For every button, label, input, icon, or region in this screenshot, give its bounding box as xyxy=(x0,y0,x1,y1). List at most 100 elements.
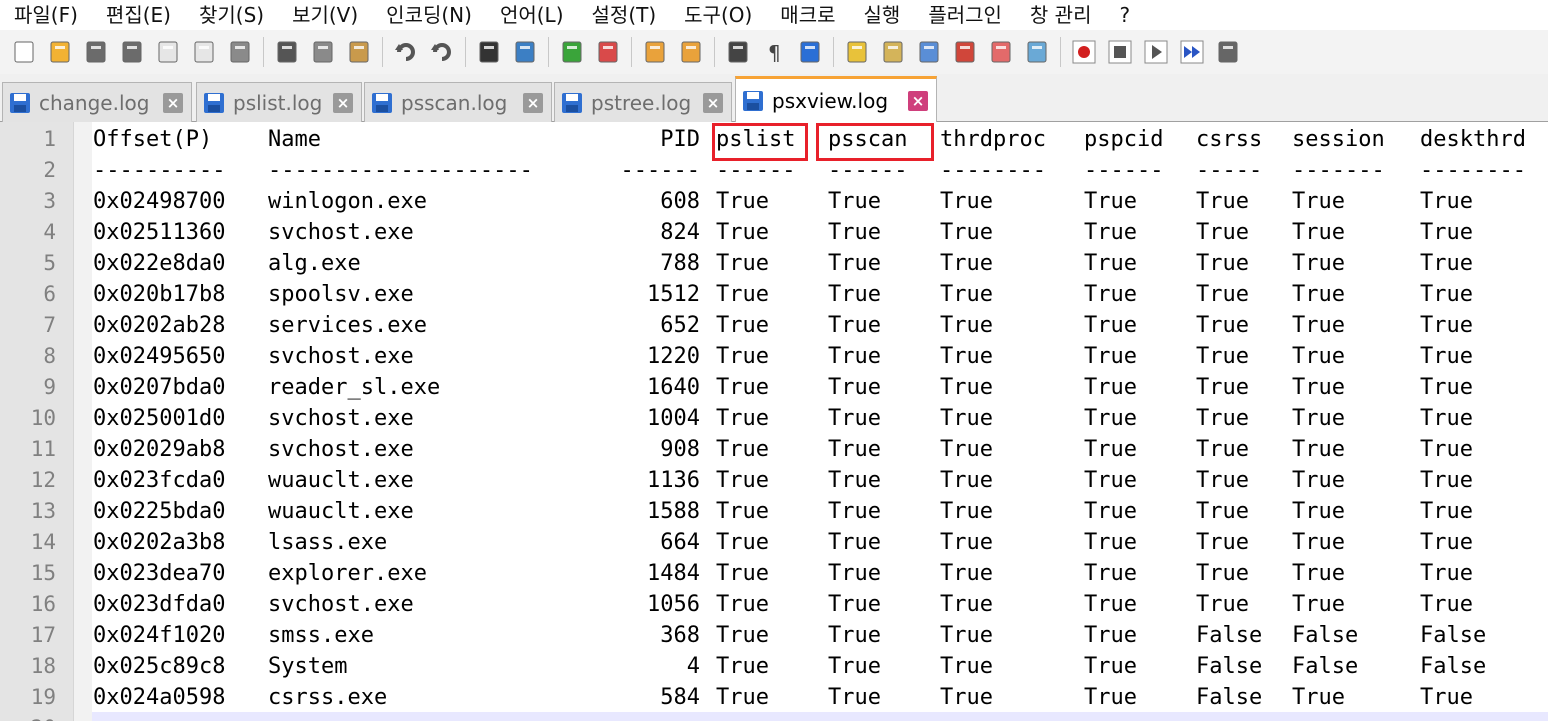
tab-close-icon[interactable]: × xyxy=(523,92,543,113)
zoom-out-icon[interactable] xyxy=(593,37,623,67)
tab-close-icon[interactable]: × xyxy=(703,92,723,113)
editor[interactable]: 1234567891011121314151617181920 Offset(P… xyxy=(0,122,1548,721)
tab-pstree-log[interactable]: pstree.log × xyxy=(554,82,732,122)
line-number: 20 xyxy=(0,713,56,721)
cell-thrdproc: True xyxy=(940,499,993,524)
tab-change-log[interactable]: change.log × xyxy=(2,82,192,122)
cell-thrdproc: True xyxy=(940,282,993,307)
menu-item[interactable]: 매크로 xyxy=(766,0,849,30)
menu-item[interactable]: 창 관리 xyxy=(1016,0,1106,30)
cell-thrdproc: True xyxy=(940,189,993,214)
line-number: 16 xyxy=(30,592,56,616)
close-all-icon[interactable] xyxy=(189,37,219,67)
cell-name: lsass.exe xyxy=(268,530,388,555)
cell-session: True xyxy=(1292,282,1345,307)
cell-session: False xyxy=(1292,623,1359,648)
cell-name: System xyxy=(268,654,348,679)
lang-define-icon[interactable] xyxy=(842,37,872,67)
close-icon[interactable] xyxy=(153,37,183,67)
cell-name: wuauclt.exe xyxy=(268,499,414,524)
menu-item[interactable]: 파일(F) xyxy=(0,0,92,30)
tab-pslist-log[interactable]: pslist.log × xyxy=(196,82,362,122)
cell-psscan: True xyxy=(828,406,881,431)
cell-deskthrd: True xyxy=(1420,375,1473,400)
cell-pspcid: pspcid xyxy=(1084,127,1164,152)
cell-thrdproc: True xyxy=(940,685,993,710)
cell-psscan: True xyxy=(828,344,881,369)
cell-thrdproc: True xyxy=(940,220,993,245)
line-number: 18 xyxy=(30,654,56,678)
cell-session: True xyxy=(1292,375,1345,400)
find-icon[interactable] xyxy=(474,37,504,67)
cell-deskthrd: True xyxy=(1420,344,1473,369)
next-line-strip xyxy=(92,712,1548,721)
tab-psxview-log[interactable]: psxview.log × xyxy=(735,76,937,122)
sync-vertical-icon[interactable] xyxy=(640,37,670,67)
save-macro-icon[interactable] xyxy=(1213,37,1243,67)
menu-item[interactable]: 보기(V) xyxy=(278,0,372,30)
cell-pslist: True xyxy=(716,375,769,400)
cell-psscan: True xyxy=(828,220,881,245)
print-icon[interactable] xyxy=(225,37,255,67)
doc-map-icon[interactable] xyxy=(878,37,908,67)
menu-item[interactable]: 설정(T) xyxy=(578,0,671,30)
line-number-gutter: 1234567891011121314151617181920 xyxy=(0,122,74,721)
new-file-icon[interactable] xyxy=(9,37,39,67)
cell-pid: 1640 xyxy=(647,375,700,400)
tab-psscan-log[interactable]: psscan.log × xyxy=(364,82,552,122)
run-macro-multiple-icon[interactable] xyxy=(1177,37,1207,67)
sync-horizontal-icon[interactable] xyxy=(676,37,706,67)
cell-deskthrd: True xyxy=(1420,282,1473,307)
cell-deskthrd: True xyxy=(1420,561,1473,586)
cell-deskthrd: deskthrd xyxy=(1420,127,1526,152)
doc-list-icon[interactable] xyxy=(914,37,944,67)
cell-pspcid: True xyxy=(1084,344,1137,369)
tab-close-icon[interactable]: × xyxy=(163,92,183,113)
cell-psscan: True xyxy=(828,685,881,710)
stop-record-icon[interactable] xyxy=(1105,37,1135,67)
line-number: 1 xyxy=(43,127,56,151)
paste-icon[interactable] xyxy=(344,37,374,67)
line-number: 2 xyxy=(43,158,56,182)
zoom-in-icon[interactable] xyxy=(557,37,587,67)
record-macro-icon[interactable] xyxy=(1069,37,1099,67)
word-wrap-icon[interactable] xyxy=(723,37,753,67)
redo-icon[interactable] xyxy=(427,37,457,67)
folder-workspace-icon[interactable] xyxy=(986,37,1016,67)
cell-offset: 0x024f1020 xyxy=(93,623,226,648)
copy-icon[interactable] xyxy=(308,37,338,67)
cell-csrss: ----- xyxy=(1196,158,1263,183)
menu-item[interactable]: 편집(E) xyxy=(92,0,185,30)
replace-icon[interactable] xyxy=(510,37,540,67)
tab-close-icon[interactable]: × xyxy=(333,92,353,113)
menu-item[interactable]: 인코딩(N) xyxy=(372,0,486,30)
show-all-chars-icon[interactable]: ¶ xyxy=(759,37,789,67)
cell-offset: 0x023dfda0 xyxy=(93,592,226,617)
cell-pspcid: True xyxy=(1084,189,1137,214)
save-all-icon[interactable] xyxy=(117,37,147,67)
cell-pspcid: True xyxy=(1084,561,1137,586)
line-number: 17 xyxy=(30,623,56,647)
menu-item[interactable]: ? xyxy=(1105,0,1144,30)
monitoring-icon[interactable] xyxy=(1022,37,1052,67)
function-list-icon[interactable] xyxy=(950,37,980,67)
undo-icon[interactable] xyxy=(391,37,421,67)
menu-item[interactable]: 플러그인 xyxy=(914,0,1016,30)
cell-offset: 0x02511360 xyxy=(93,220,226,245)
save-icon[interactable] xyxy=(81,37,111,67)
cut-icon[interactable] xyxy=(272,37,302,67)
cell-csrss: csrss xyxy=(1196,127,1263,152)
indent-guide-icon[interactable] xyxy=(795,37,825,67)
tab-close-icon[interactable]: × xyxy=(908,90,928,111)
playback-icon[interactable] xyxy=(1141,37,1171,67)
menu-item[interactable]: 실행 xyxy=(850,0,915,30)
cell-psscan: True xyxy=(828,251,881,276)
menu-item[interactable]: 찾기(S) xyxy=(185,0,278,30)
menu-item[interactable]: 언어(L) xyxy=(486,0,578,30)
cell-csrss: True xyxy=(1196,530,1249,555)
line-number: 12 xyxy=(30,468,56,492)
cell-pslist: True xyxy=(716,561,769,586)
menu-item[interactable]: 도구(O) xyxy=(670,0,766,30)
open-file-icon[interactable] xyxy=(45,37,75,67)
cell-deskthrd: True xyxy=(1420,313,1473,338)
